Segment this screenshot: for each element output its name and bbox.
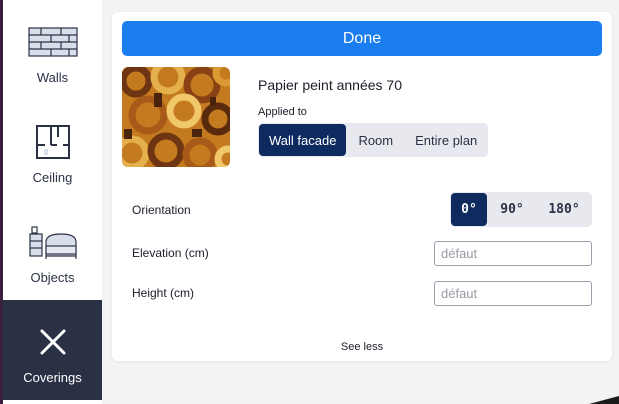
furniture-icon [25,222,81,262]
sidebar-item-label: Objects [30,270,75,285]
height-label: Height (cm) [132,286,195,300]
applied-to-label: Applied to [258,106,307,118]
coverings-panel: Done Papier peint années 70 Applied to W… [112,12,612,361]
sidebar-item-label: Walls [36,70,69,85]
orientation-selector: 0° 90° 180° [450,192,592,227]
orientation-180[interactable]: 180° [537,193,591,226]
applied-to-entire-plan[interactable]: Entire plan [405,124,487,156]
see-less-link[interactable]: See less [112,341,612,353]
active-pointer [91,356,102,378]
sidebar-item-coverings[interactable]: Coverings [3,300,102,400]
applied-to-wall-facade[interactable]: Wall facade [259,124,347,156]
orientation-0[interactable]: 0° [451,193,487,226]
sidebar: Walls Ceiling Objects Coverings [3,0,102,404]
sidebar-item-walls[interactable]: Walls [3,0,102,100]
height-field[interactable] [434,281,592,306]
brick-wall-icon [25,22,81,62]
covering-thumbnail[interactable] [122,67,230,167]
elevation-field[interactable] [434,241,592,266]
applied-to-room[interactable]: Room [348,124,403,156]
orientation-label: Orientation [132,203,191,217]
floorplan-icon [25,122,81,162]
sidebar-item-label: Coverings [23,370,82,385]
elevation-label: Elevation (cm) [132,246,209,260]
applied-to-selector: Wall facade Room Entire plan [258,123,489,157]
close-icon[interactable] [25,322,81,362]
sidebar-item-ceiling[interactable]: Ceiling [3,100,102,200]
done-button[interactable]: Done [122,21,602,56]
sidebar-item-objects[interactable]: Objects [3,200,102,300]
orientation-90[interactable]: 90° [489,193,535,226]
sidebar-item-label: Ceiling [32,170,73,185]
corner-shadow [589,396,619,404]
covering-name: Papier peint années 70 [258,77,402,93]
